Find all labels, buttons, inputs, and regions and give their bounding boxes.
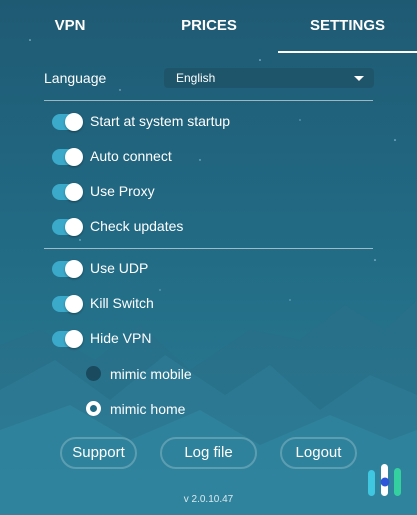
kill-switch-toggle[interactable] (52, 295, 83, 313)
language-selected-value: English (176, 71, 216, 85)
divider (44, 100, 373, 101)
toggle-knob (65, 295, 83, 313)
startup-toggle[interactable] (52, 113, 83, 131)
divider (44, 248, 373, 249)
use-proxy-toggle[interactable] (52, 183, 83, 201)
use-udp-label: Use UDP (90, 260, 149, 276)
check-updates-label: Check updates (90, 218, 184, 234)
logout-button[interactable]: Logout (280, 437, 357, 469)
auto-connect-toggle[interactable] (52, 148, 83, 166)
tab-bar: VPN PRICES SETTINGS (0, 0, 417, 54)
mimic-mobile-radio[interactable] (86, 366, 101, 381)
app-logo-icon (368, 464, 401, 496)
use-proxy-label: Use Proxy (90, 183, 155, 199)
hide-vpn-toggle[interactable] (52, 330, 83, 348)
version-label: v 2.0.10.47 (183, 494, 234, 505)
toggle-knob (65, 148, 83, 166)
language-row: Language English (44, 64, 374, 94)
support-button[interactable]: Support (60, 437, 137, 469)
use-udp-toggle[interactable] (52, 260, 83, 278)
language-select[interactable]: English (164, 68, 374, 88)
tab-settings[interactable]: SETTINGS (278, 0, 417, 52)
toggle-knob (65, 183, 83, 201)
auto-connect-label: Auto connect (90, 148, 172, 164)
active-tab-indicator (278, 51, 417, 53)
kill-switch-label: Kill Switch (90, 295, 154, 311)
tab-vpn[interactable]: VPN (0, 0, 140, 52)
toggle-knob (65, 113, 83, 131)
toggle-knob (65, 218, 83, 236)
settings-window: VPN PRICES SETTINGS Language English Sta… (0, 0, 417, 515)
log-file-button[interactable]: Log file (160, 437, 257, 469)
language-label: Language (44, 70, 107, 86)
toggle-knob (65, 330, 83, 348)
mimic-mobile-label: mimic mobile (110, 366, 192, 382)
tab-prices[interactable]: PRICES (140, 0, 278, 52)
toggle-knob (65, 260, 83, 278)
check-updates-toggle[interactable] (52, 218, 83, 236)
hide-vpn-label: Hide VPN (90, 330, 152, 346)
mimic-home-radio[interactable] (86, 401, 101, 416)
startup-label: Start at system startup (90, 113, 231, 129)
mimic-home-label: mimic home (110, 401, 186, 417)
chevron-down-icon (354, 76, 364, 81)
